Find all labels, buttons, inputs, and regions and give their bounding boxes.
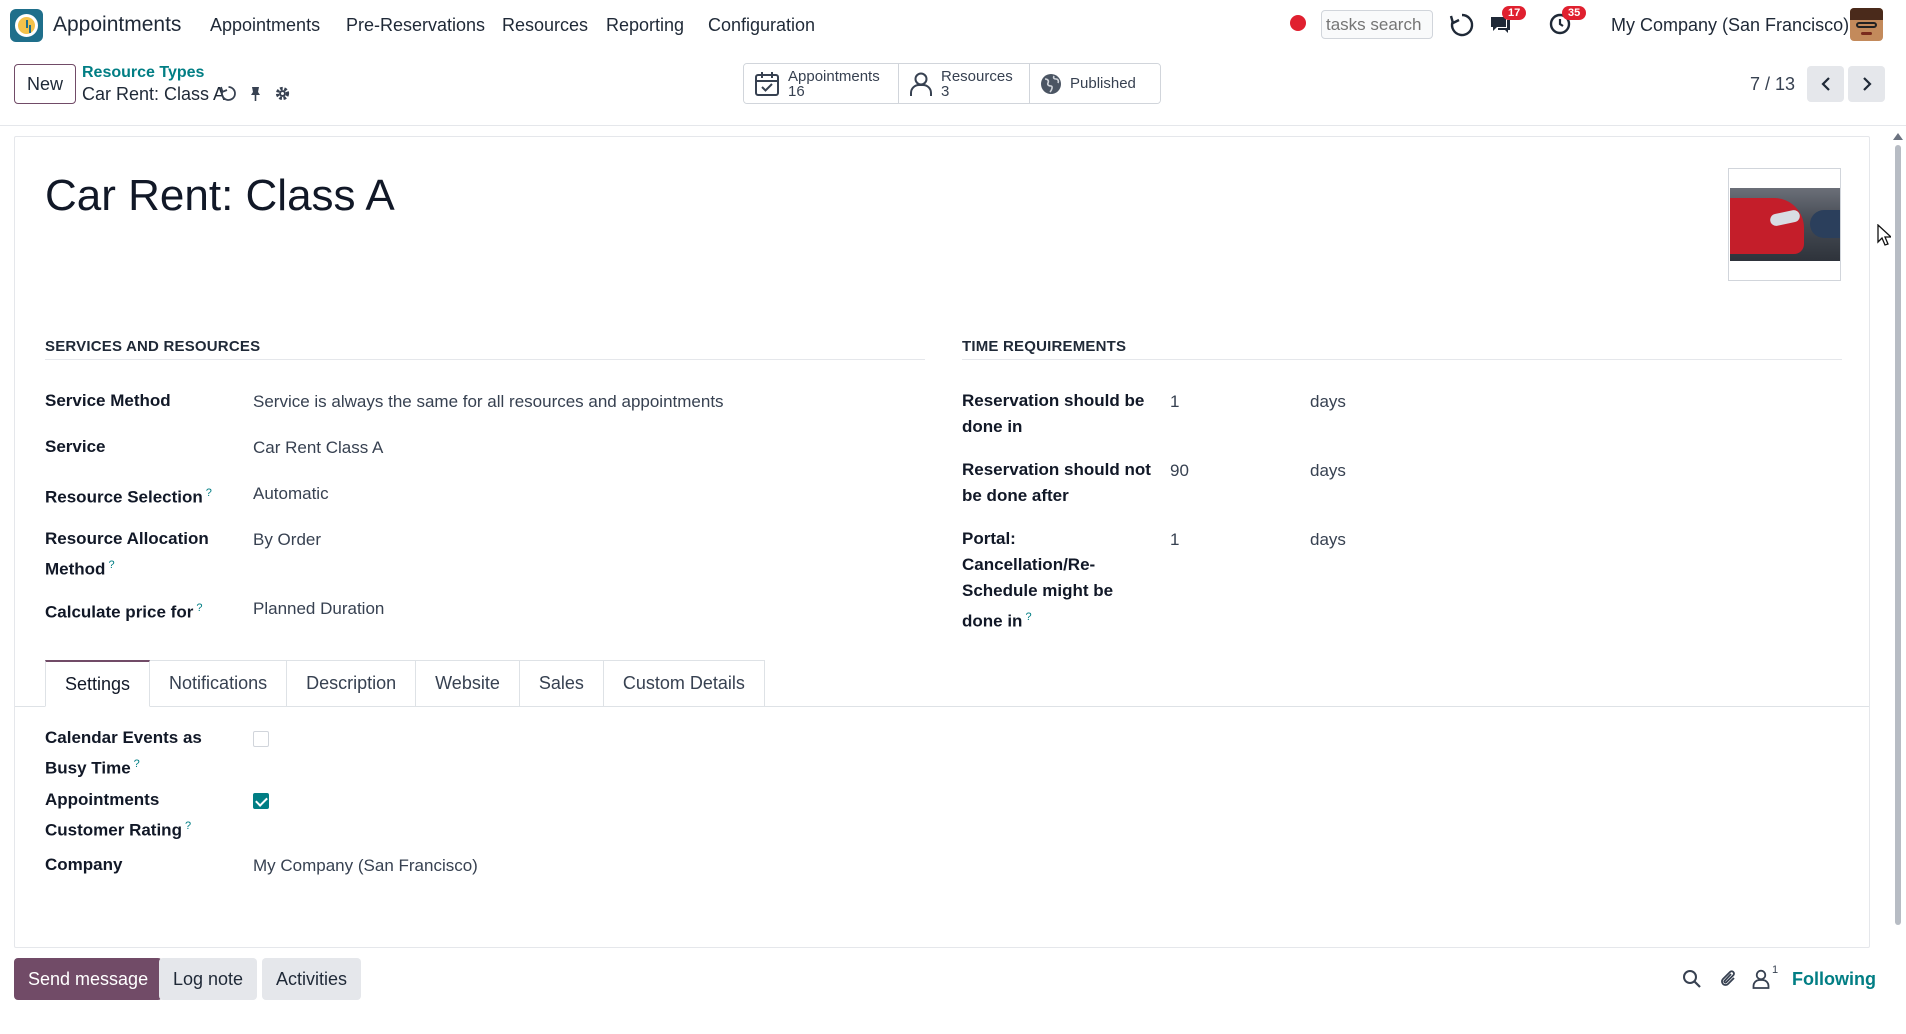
messages-badge: 17	[1502, 6, 1527, 20]
company-label: Company	[45, 855, 123, 874]
car-photo-image	[1730, 188, 1840, 261]
log-note-button[interactable]: Log note	[159, 958, 258, 1000]
portal-cancellation-value[interactable]: 1	[1170, 527, 1179, 553]
tab-website[interactable]: Website	[416, 660, 520, 707]
appointments-count-value: 16	[788, 82, 805, 100]
breadcrumb-current: Car Rent: Class A	[82, 84, 226, 104]
vertical-scrollbar[interactable]	[1893, 133, 1903, 933]
customer-rating-checkbox[interactable]	[253, 793, 269, 809]
form-sheet: Car Rent: Class A SERVICES AND RESOURCES…	[14, 136, 1870, 948]
breadcrumb-resource-types[interactable]: Resource Types	[82, 64, 204, 82]
not-after-value[interactable]: 90	[1170, 458, 1189, 484]
attachment-icon[interactable]	[1719, 969, 1739, 989]
time-section-title: TIME REQUIREMENTS	[962, 338, 1127, 355]
smart-buttons: Appointments 16 Resources 3 Published	[743, 63, 1161, 104]
menu-pre-reservations[interactable]: Pre-Reservations	[346, 15, 485, 36]
search-icon[interactable]	[1682, 969, 1702, 989]
resource-selection-value[interactable]: Automatic	[253, 481, 329, 507]
menu-appointments[interactable]: Appointments	[210, 15, 320, 36]
tasks-search-input[interactable]	[1321, 10, 1433, 39]
followers-count: 1	[1772, 964, 1779, 976]
pager-next-button[interactable]	[1848, 66, 1885, 102]
done-in-value[interactable]: 1	[1170, 389, 1179, 415]
record-title[interactable]: Car Rent: Class A	[45, 171, 395, 221]
send-message-button[interactable]: Send message	[14, 958, 163, 1000]
allocation-method-label: Resource Allocation Method?	[45, 529, 209, 579]
user-icon	[910, 72, 932, 96]
menu-reporting[interactable]: Reporting	[606, 15, 684, 36]
discard-refresh-icon[interactable]	[220, 85, 237, 102]
gear-icon[interactable]	[274, 85, 291, 102]
activities-clock-icon[interactable]: 35	[1548, 6, 1587, 38]
resources-count-value: 3	[941, 82, 950, 100]
services-section-title: SERVICES AND RESOURCES	[45, 338, 261, 355]
service-label: Service	[45, 437, 106, 456]
refresh-icon[interactable]	[1449, 12, 1475, 38]
top-navbar: Appointments Appointments Pre-Reservatio…	[0, 0, 1906, 50]
calendar-busy-checkbox[interactable]	[253, 731, 269, 747]
service-method-label: Service Method	[45, 391, 171, 410]
help-icon[interactable]: ?	[185, 820, 191, 832]
calculate-price-label: Calculate price for?	[45, 602, 203, 622]
calculate-price-value[interactable]: Planned Duration	[253, 596, 384, 622]
help-icon[interactable]: ?	[134, 758, 140, 770]
tab-description[interactable]: Description	[287, 660, 417, 707]
notebook-tabs: Settings Notifications Description Websi…	[45, 660, 765, 707]
activities-badge: 35	[1562, 6, 1587, 20]
scroll-thumb[interactable]	[1895, 145, 1901, 925]
chevron-left-icon	[1820, 77, 1830, 91]
customer-rating-label: Appointments Customer Rating?	[45, 790, 192, 840]
company-switcher[interactable]: My Company (San Francisco)	[1611, 15, 1849, 36]
service-method-value[interactable]: Service is always the same for all resou…	[253, 389, 724, 415]
done-in-label: Reservation should be done in	[962, 391, 1145, 436]
control-panel: New Resource Types Car Rent: Class A App…	[0, 50, 1906, 126]
record-image[interactable]	[1728, 168, 1841, 281]
portal-cancellation-label: Portal: Cancellation/Re- Schedule might be…	[962, 529, 1114, 631]
recording-indicator-icon[interactable]	[1290, 15, 1306, 31]
done-in-unit: days	[1310, 392, 1346, 411]
allocation-method-value[interactable]: By Order	[253, 527, 321, 553]
calendar-check-icon	[755, 71, 779, 96]
not-after-label: Reservation should not be done after	[962, 460, 1151, 505]
calendar-busy-label: Calendar Events as Busy Time?	[45, 728, 202, 778]
help-icon[interactable]: ?	[108, 559, 114, 571]
pager-value[interactable]: 7 / 13	[1750, 74, 1795, 95]
app-name[interactable]: Appointments	[53, 13, 181, 37]
not-after-unit: days	[1310, 461, 1346, 480]
appointments-app-icon[interactable]	[10, 9, 43, 42]
menu-configuration[interactable]: Configuration	[708, 15, 815, 36]
company-value[interactable]: My Company (San Francisco)	[253, 853, 478, 879]
activities-button[interactable]: Activities	[262, 958, 362, 1000]
messages-icon[interactable]: 17	[1488, 6, 1527, 38]
chevron-right-icon	[1862, 77, 1872, 91]
globe-icon	[1041, 73, 1061, 94]
pager-previous-button[interactable]	[1807, 66, 1844, 102]
menu-resources[interactable]: Resources	[502, 15, 588, 36]
published-smart-button[interactable]: Published	[1030, 64, 1160, 103]
resources-smart-button[interactable]: Resources 3	[899, 64, 1030, 103]
resources-count-label: Resources	[941, 67, 1013, 85]
tab-settings[interactable]: Settings	[45, 660, 151, 707]
chatter-bar: Send message Log note Activities 1 Follo…	[0, 955, 1906, 1005]
resource-selection-label: Resource Selection?	[45, 487, 212, 507]
portal-cancellation-unit: days	[1310, 530, 1346, 549]
help-icon[interactable]: ?	[1025, 611, 1031, 623]
pin-icon[interactable]	[247, 85, 264, 102]
tab-sales[interactable]: Sales	[519, 660, 604, 707]
user-avatar[interactable]	[1850, 8, 1883, 41]
followers-icon[interactable]	[1752, 969, 1772, 989]
tab-custom-details[interactable]: Custom Details	[603, 660, 765, 707]
following-button[interactable]: Following	[1792, 969, 1876, 990]
appointments-smart-button[interactable]: Appointments 16	[744, 64, 899, 103]
tab-notifications[interactable]: Notifications	[150, 660, 288, 707]
published-label: Published	[1070, 75, 1136, 92]
help-icon[interactable]: ?	[206, 487, 212, 499]
new-button[interactable]: New	[14, 64, 76, 104]
service-value[interactable]: Car Rent Class A	[253, 435, 383, 461]
mouse-pointer-icon	[1877, 224, 1891, 246]
appointments-count-label: Appointments	[788, 67, 880, 85]
help-icon[interactable]: ?	[196, 602, 202, 614]
